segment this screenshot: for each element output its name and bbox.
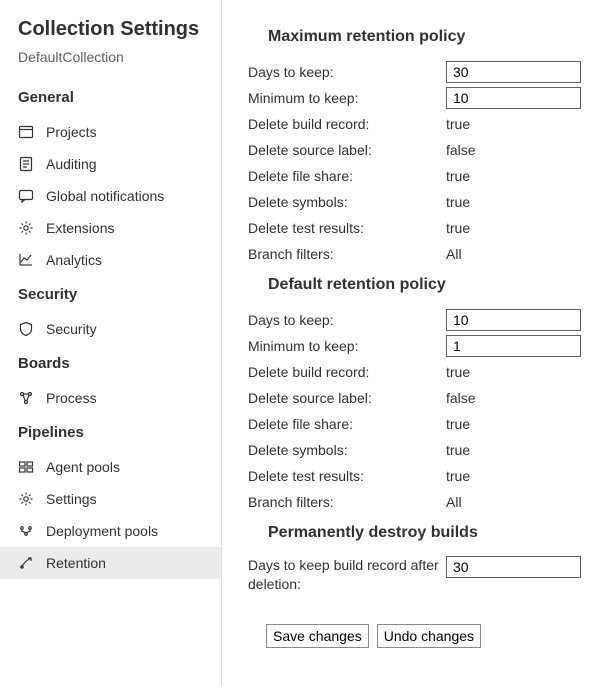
sidebar-item-label: Global notifications	[46, 188, 164, 204]
sidebar-item-process[interactable]: Process	[0, 382, 221, 414]
undo-button[interactable]: Undo changes	[377, 624, 481, 648]
label-delete-test-results: Delete test results:	[248, 468, 446, 484]
value-branch-filters: All	[446, 246, 462, 262]
sidebar-item-extensions[interactable]: Extensions	[0, 212, 221, 244]
main-content: Maximum retention policy Days to keep: M…	[222, 0, 603, 686]
auditing-icon	[18, 156, 34, 172]
label-branch-filters: Branch filters:	[248, 494, 446, 510]
label-days-to-keep: Days to keep:	[248, 312, 446, 328]
save-button[interactable]: Save changes	[266, 624, 369, 648]
label-branch-filters: Branch filters:	[248, 246, 446, 262]
section-title-default-retention: Default retention policy	[248, 268, 581, 308]
sidebar-item-retention[interactable]: Retention	[0, 547, 221, 579]
notifications-icon	[18, 188, 34, 204]
deployment-pools-icon	[18, 523, 34, 539]
sidebar-item-global-notifications[interactable]: Global notifications	[0, 180, 221, 212]
collection-name: DefaultCollection	[0, 49, 221, 79]
sidebar: Collection Settings DefaultCollection Ge…	[0, 0, 222, 686]
label-destroy-days: Days to keep build record after deletion…	[248, 556, 446, 594]
sidebar-item-analytics[interactable]: Analytics	[0, 244, 221, 276]
label-days-to-keep: Days to keep:	[248, 64, 446, 80]
sidebar-item-label: Settings	[46, 491, 97, 507]
label-delete-build-record: Delete build record:	[248, 116, 446, 132]
sidebar-item-label: Retention	[46, 555, 106, 571]
section-boards: Boards	[0, 345, 221, 382]
section-security: Security	[0, 276, 221, 313]
shield-icon	[18, 321, 34, 337]
sidebar-item-label: Deployment pools	[46, 523, 158, 539]
value-delete-symbols: true	[446, 442, 470, 458]
value-delete-source-label: false	[446, 390, 476, 406]
label-min-to-keep: Minimum to keep:	[248, 338, 446, 354]
retention-icon	[18, 555, 34, 571]
sidebar-item-label: Analytics	[46, 252, 102, 268]
analytics-icon	[18, 252, 34, 268]
label-delete-source-label: Delete source label:	[248, 142, 446, 158]
sidebar-item-settings[interactable]: Settings	[0, 483, 221, 515]
value-delete-source-label: false	[446, 142, 476, 158]
section-general: General	[0, 79, 221, 116]
value-delete-file-share: true	[446, 168, 470, 184]
label-min-to-keep: Minimum to keep:	[248, 90, 446, 106]
value-branch-filters: All	[446, 494, 462, 510]
process-icon	[18, 390, 34, 406]
value-delete-file-share: true	[446, 416, 470, 432]
input-default-days-to-keep[interactable]	[446, 309, 581, 331]
sidebar-item-label: Process	[46, 390, 97, 406]
sidebar-item-label: Projects	[46, 124, 97, 140]
value-delete-test-results: true	[446, 468, 470, 484]
sidebar-item-agent-pools[interactable]: Agent pools	[0, 451, 221, 483]
sidebar-item-projects[interactable]: Projects	[0, 116, 221, 148]
section-title-max-retention: Maximum retention policy	[248, 20, 581, 60]
section-pipelines: Pipelines	[0, 414, 221, 451]
value-delete-build-record: true	[446, 364, 470, 380]
sidebar-item-label: Auditing	[46, 156, 97, 172]
sidebar-item-auditing[interactable]: Auditing	[0, 148, 221, 180]
value-delete-build-record: true	[446, 116, 470, 132]
section-title-destroy: Permanently destroy builds	[248, 516, 581, 556]
value-delete-test-results: true	[446, 220, 470, 236]
sidebar-item-label: Agent pools	[46, 459, 120, 475]
label-delete-build-record: Delete build record:	[248, 364, 446, 380]
label-delete-file-share: Delete file share:	[248, 168, 446, 184]
extensions-icon	[18, 220, 34, 236]
label-delete-symbols: Delete symbols:	[248, 194, 446, 210]
input-max-days-to-keep[interactable]	[446, 61, 581, 83]
page-title: Collection Settings	[0, 18, 221, 49]
label-delete-source-label: Delete source label:	[248, 390, 446, 406]
input-destroy-days[interactable]	[446, 556, 581, 578]
sidebar-item-label: Security	[46, 321, 97, 337]
sidebar-item-label: Extensions	[46, 220, 114, 236]
projects-icon	[18, 124, 34, 140]
agent-pools-icon	[18, 459, 34, 475]
input-default-min-to-keep[interactable]	[446, 335, 581, 357]
settings-icon	[18, 491, 34, 507]
label-delete-file-share: Delete file share:	[248, 416, 446, 432]
input-max-min-to-keep[interactable]	[446, 87, 581, 109]
sidebar-item-deployment-pools[interactable]: Deployment pools	[0, 515, 221, 547]
value-delete-symbols: true	[446, 194, 470, 210]
sidebar-item-security[interactable]: Security	[0, 313, 221, 345]
label-delete-test-results: Delete test results:	[248, 220, 446, 236]
label-delete-symbols: Delete symbols:	[248, 442, 446, 458]
